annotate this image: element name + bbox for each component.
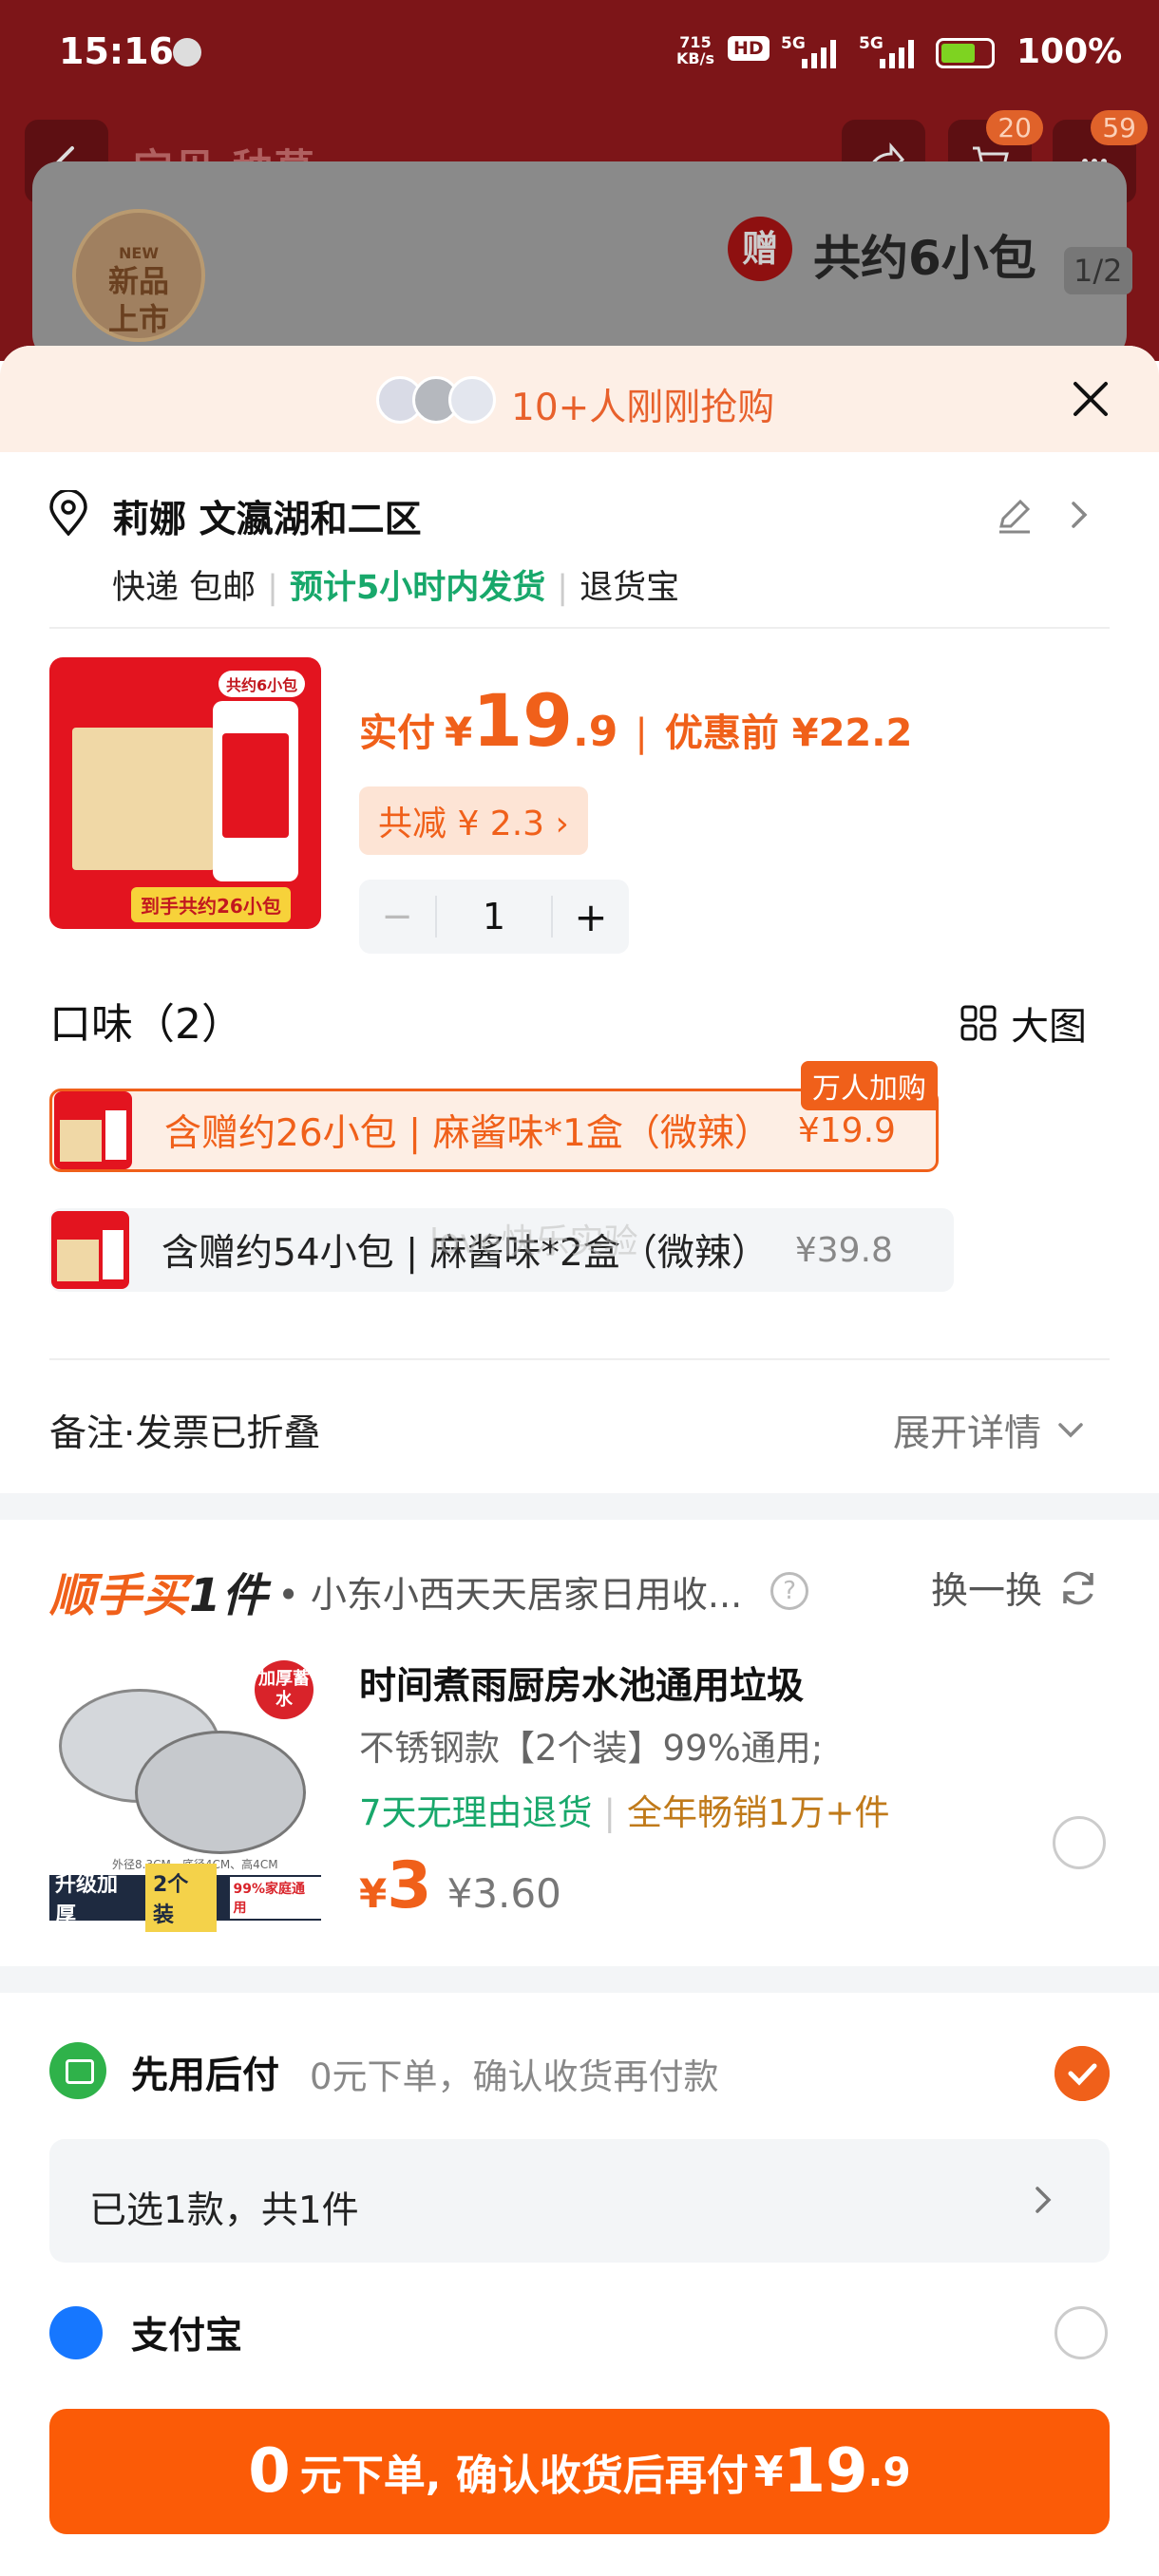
- cart-count-badge: 20: [986, 110, 1043, 145]
- battery-percent: 100%: [1016, 32, 1123, 71]
- selection-summary[interactable]: 已选1款，共1件: [49, 2139, 1110, 2263]
- hd-voice-icon: HD: [728, 36, 770, 61]
- shipping-eta: 预计5小时内发货: [289, 569, 546, 607]
- notes-invoice-row[interactable]: 备注·发票已折叠 展开详情: [0, 1360, 1159, 1493]
- message-count-badge: 59: [1091, 110, 1148, 145]
- place-order-button[interactable]: 0 元下单, 确认收货后再付 ¥ 19 .9: [49, 2409, 1110, 2534]
- alipay-radio[interactable]: [1054, 2306, 1108, 2359]
- quantity-value[interactable]: 1: [435, 896, 553, 938]
- popular-badge: 万人加购: [801, 1061, 938, 1110]
- product-summary: 共约6小包 到手共约26小包 实付 ¥19.9 | 优惠前 ¥22.2 共减 ¥ 2.…: [0, 629, 1159, 980]
- option-label: 含赠约26小包 | 麻酱味*1盒（微辣）: [164, 1112, 771, 1155]
- add-on-spec: 不锈钢款【2个装】99%通用;: [359, 1728, 824, 1769]
- notes-invoice-label: 备注·发票已折叠: [49, 1412, 321, 1455]
- price-decimal: .9: [573, 708, 618, 756]
- store-name: • 小东小西天天居家日用收...: [277, 1573, 743, 1616]
- address-section[interactable]: 莉娜 文瀛湖和二区 快递 包邮 | 预计5小时内发货 | 退货宝: [0, 452, 1159, 629]
- add-on-recommendation: 顺手买1件 • 小东小西天天居家日用收... ? 换一换 加厚蓄水 外径8.3C…: [0, 1520, 1159, 1966]
- signal-bars-icon-2: [880, 38, 914, 68]
- grid-icon: [960, 1005, 997, 1041]
- flavor-section: 口味（2） 大图 含赠约26小包 | 麻酱味*1盒（微辣） ¥19.9 万人加购…: [0, 980, 1159, 1360]
- thick-badge: 加厚蓄水: [255, 1660, 314, 1719]
- pay-later-icon: [49, 2042, 106, 2099]
- new-product-badge: NEW 新品上市: [72, 209, 205, 342]
- price-block: 实付 ¥19.9 | 优惠前 ¥22.2: [359, 678, 913, 763]
- status-bar: 15:16 715 KB/s HD 5G 5G 100%: [0, 0, 1159, 104]
- section-gap: [0, 1493, 1159, 1520]
- option-price: ¥39.8: [794, 1230, 893, 1270]
- decrease-button[interactable]: −: [359, 895, 435, 938]
- background-product-page: 15:16 715 KB/s HD 5G 5G 100% 宝贝 种草 20 59…: [0, 0, 1159, 361]
- pay-label: 实付: [359, 711, 435, 755]
- shipping-method: 快递 包邮: [112, 569, 256, 607]
- product-image-strip: 升级加厚 2个装 99%家庭通用: [49, 1864, 321, 1932]
- option-thumbnail: [54, 1091, 132, 1169]
- add-on-title[interactable]: 时间煮雨厨房水池通用垃圾: [359, 1657, 804, 1710]
- return-insurance: 退货宝: [580, 569, 680, 607]
- image-page-indicator: 1/2: [1064, 247, 1132, 294]
- alarm-icon: [173, 38, 201, 66]
- recent-purchase-text: 10+人刚刚抢购: [511, 387, 775, 429]
- option-price: ¥19.9: [797, 1110, 896, 1150]
- check-icon[interactable]: [1054, 2046, 1110, 2101]
- buyer-avatars: [376, 376, 496, 424]
- thumbnail-gift-label: 共约6小包: [218, 671, 306, 697]
- add-on-header: 顺手买1件 • 小东小西天天居家日用收... ?: [49, 1558, 809, 1624]
- alipay-icon: [49, 2306, 103, 2359]
- help-icon[interactable]: ?: [770, 1572, 809, 1610]
- recent-purchase-banner: 10+人刚刚抢购: [0, 346, 1159, 452]
- add-on-tags: 7天无理由退货 | 全年畅销1万+件: [359, 1792, 890, 1833]
- status-time: 15:16: [59, 30, 174, 72]
- quantity-stepper: − 1 +: [359, 880, 629, 954]
- gift-icon: 赠: [728, 217, 792, 281]
- add-on-old-price: ¥3.60: [446, 1870, 561, 1917]
- order-sheet: 10+人刚刚抢购 莉娜 文瀛湖和二区 快递 包邮 | 预计5小时内发货 | 退货宝 共约…: [0, 346, 1159, 2576]
- chevron-down-icon: [1058, 1423, 1083, 1438]
- expand-details[interactable]: 展开详情: [893, 1404, 1085, 1457]
- add-on-select-radio[interactable]: [1053, 1816, 1106, 1869]
- battery-icon: [936, 38, 995, 68]
- watermark: love快乐实验: [429, 1222, 638, 1261]
- flavor-option[interactable]: 含赠约26小包 | 麻酱味*1盒（微辣） ¥19.9 万人加购: [49, 1061, 939, 1172]
- delivery-info: 快递 包邮 | 预计5小时内发货 | 退货宝: [112, 569, 680, 607]
- pay-later-desc: 0元下单，确认收货再付款: [310, 2056, 719, 2097]
- flavor-title: 口味（2）: [49, 1000, 243, 1049]
- chevron-right-icon[interactable]: [1068, 498, 1091, 532]
- add-on-logo: 顺手买1件: [49, 1569, 269, 1622]
- product-thumbnail: 共约6小包 到手共约26小包: [49, 657, 321, 929]
- gift-text: 共约6小包: [813, 231, 1036, 286]
- recipient-address: 莉娜 文瀛湖和二区: [112, 499, 422, 541]
- close-icon[interactable]: [1068, 376, 1113, 422]
- add-on-price: ¥3 ¥3.60: [359, 1848, 561, 1923]
- avatar: [448, 376, 496, 424]
- thumbnail-tag: 到手共约26小包: [131, 887, 291, 922]
- chevron-right-icon: [1036, 2187, 1052, 2213]
- big-view-toggle[interactable]: 大图: [960, 995, 1087, 1051]
- increase-button[interactable]: +: [553, 894, 629, 940]
- signal-bars-icon: [802, 38, 836, 68]
- bottom-bar: 0 元下单, 确认收货后再付 ¥ 19 .9: [0, 2386, 1159, 2576]
- section-gap: [0, 1966, 1159, 1993]
- swap-button[interactable]: 换一换: [931, 1562, 1099, 1615]
- edit-icon[interactable]: [994, 494, 1036, 536]
- price-integer: 19: [472, 678, 573, 763]
- location-pin-icon: [49, 490, 87, 536]
- original-price: 优惠前 ¥22.2: [664, 711, 913, 755]
- pay-later-label[interactable]: 先用后付: [131, 2046, 279, 2099]
- refresh-icon: [1063, 1571, 1093, 1605]
- alipay-label[interactable]: 支付宝: [131, 2306, 242, 2359]
- network-speed: 715 KB/s: [676, 33, 714, 67]
- add-on-product-image[interactable]: 加厚蓄水 外径8.3CM、底径4CM、高4CM 升级加厚 2个装 99%家庭通用: [49, 1651, 321, 1932]
- discount-tag[interactable]: 共减 ¥ 2.3 ›: [359, 786, 588, 855]
- option-thumbnail: [51, 1211, 129, 1289]
